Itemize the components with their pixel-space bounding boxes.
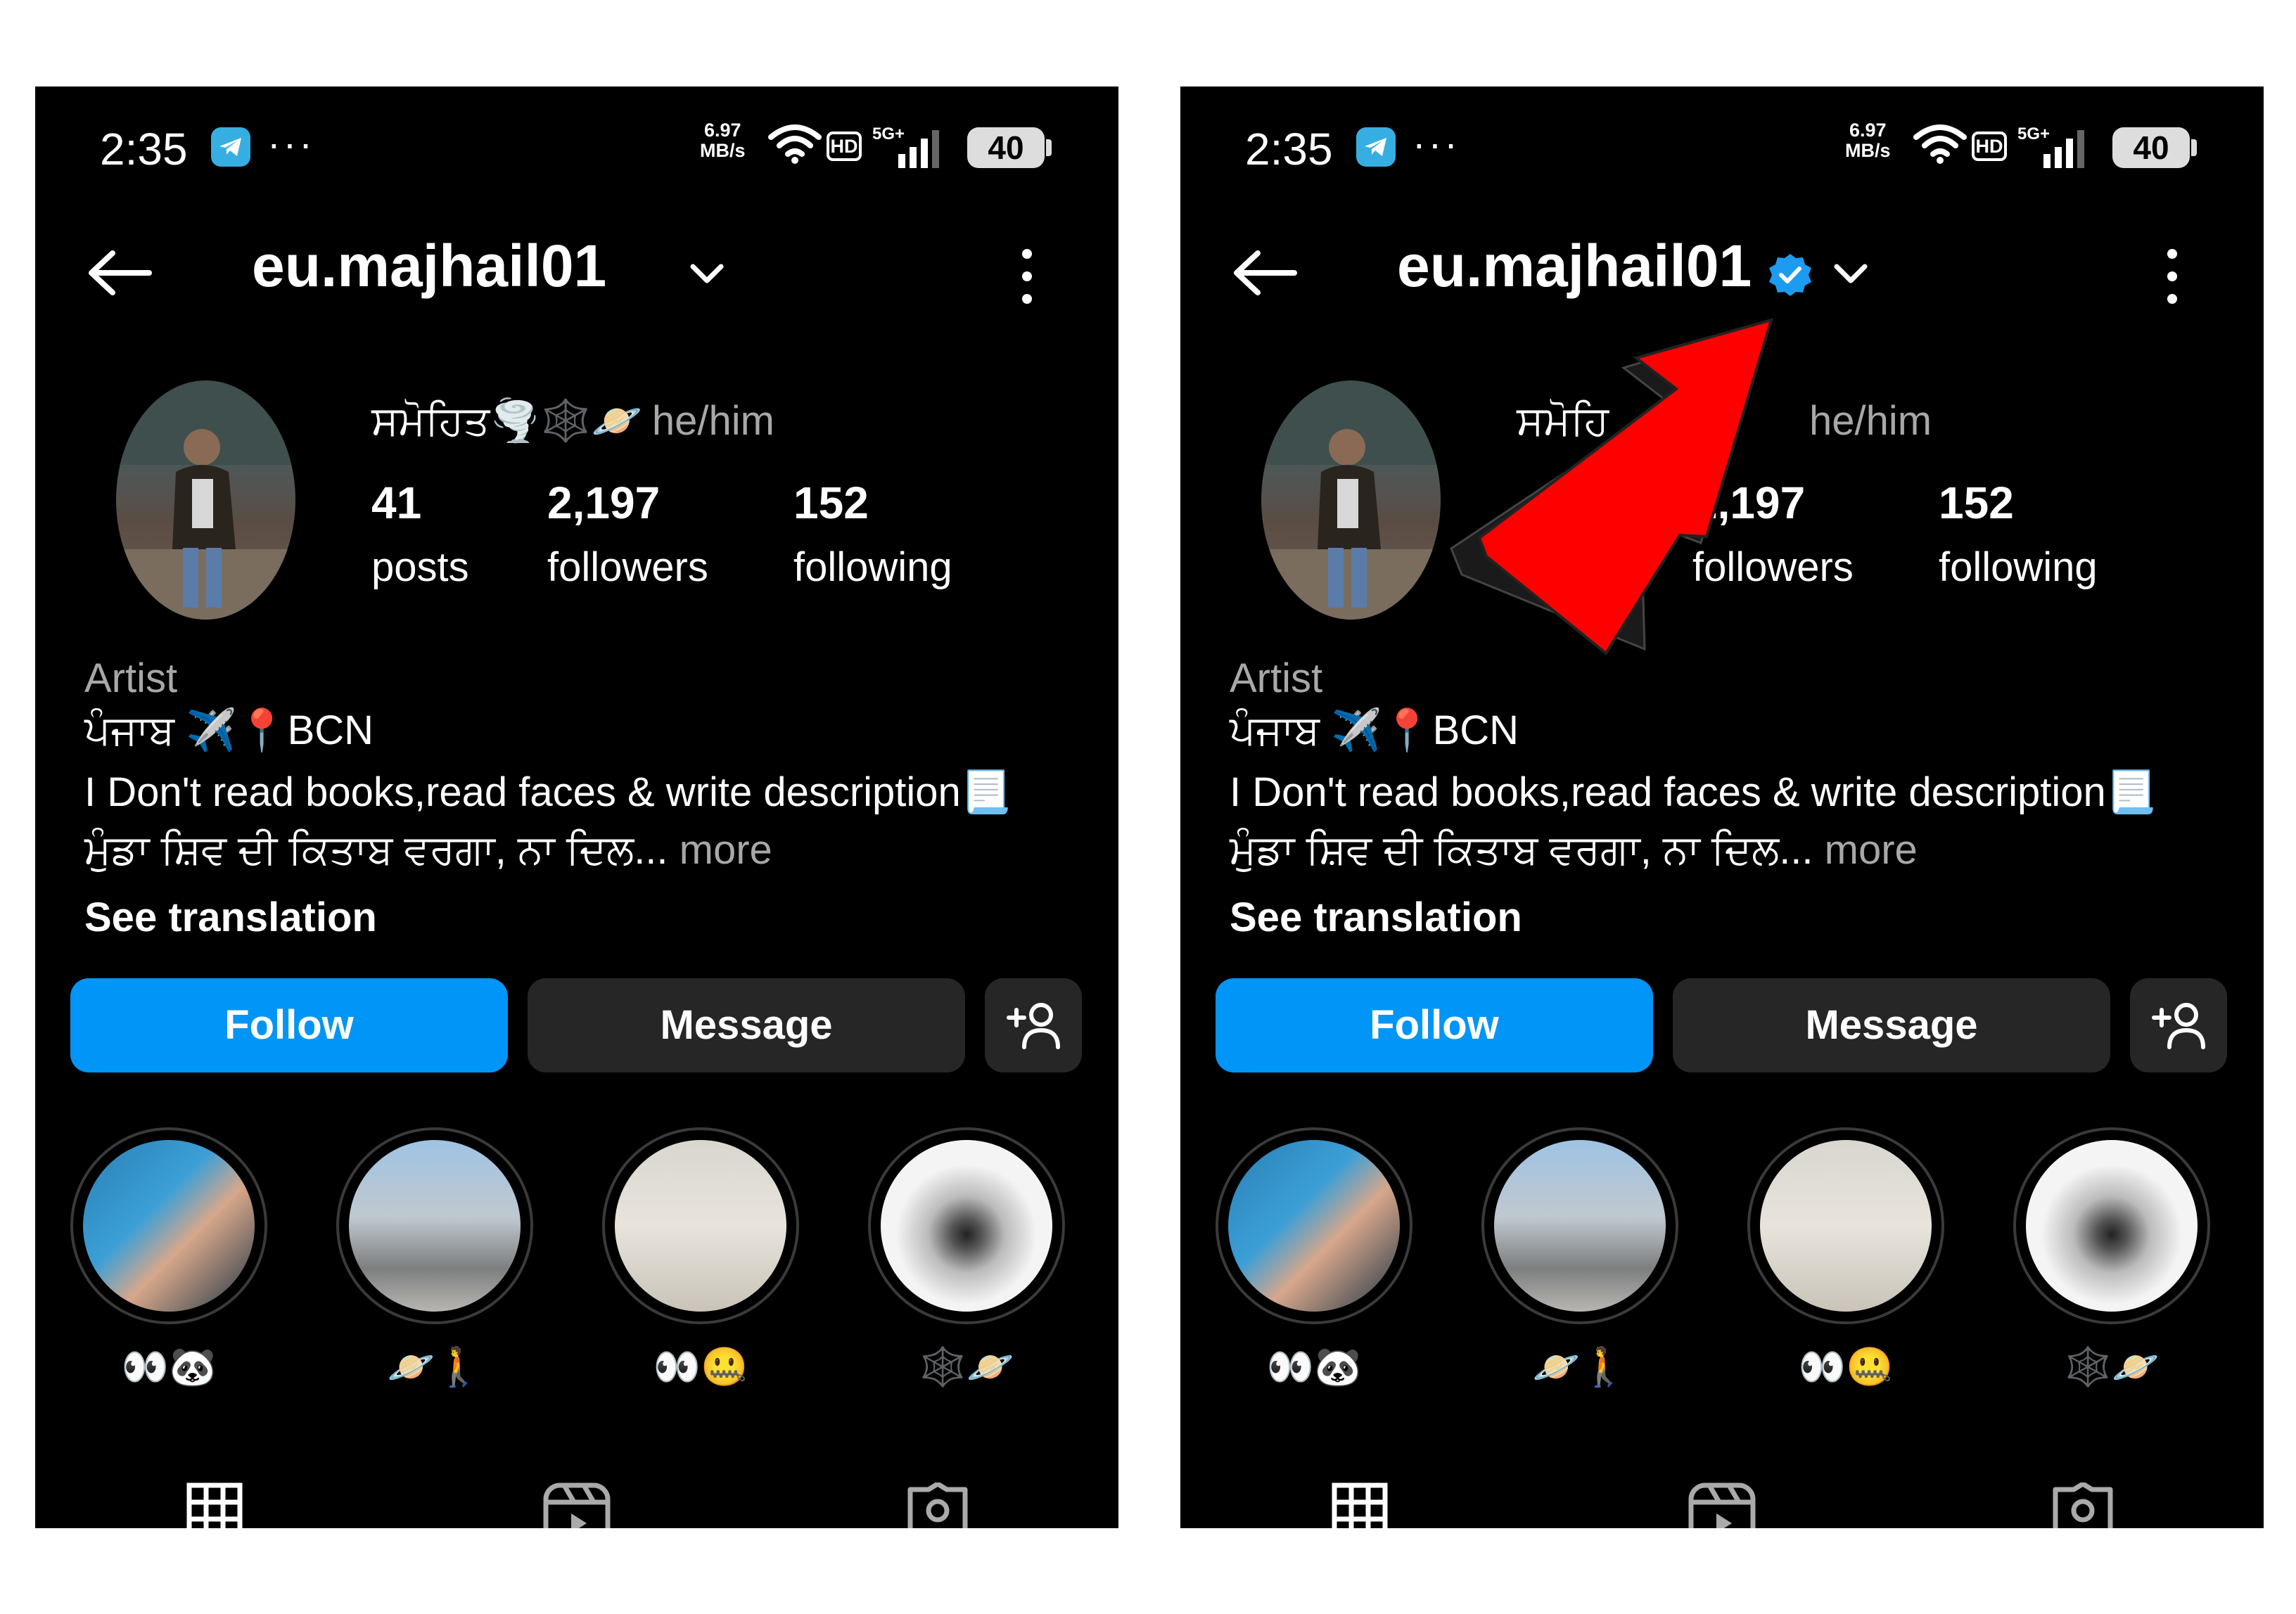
back-arrow-icon[interactable] — [84, 245, 155, 301]
battery-tip — [1046, 139, 1052, 156]
red-arrow-annotation — [1450, 318, 1773, 655]
hd-voice-icon: HD — [827, 132, 862, 161]
screenshot-before: 2:35 ··· 6.97 MB/s HD 5G+ 40 eu.majhail01 — [35, 87, 1118, 1528]
network-speed: 6.97 MB/s — [700, 120, 746, 161]
following-count[interactable]: 152 — [793, 477, 869, 529]
highlight-label: 👀🤐 — [653, 1346, 748, 1388]
highlight-label: 🕸️🪐 — [919, 1346, 1014, 1388]
status-time: 2:35 — [100, 124, 188, 174]
followers-count[interactable]: 2,197 — [547, 477, 660, 529]
see-translation-link[interactable]: See translation — [84, 894, 377, 941]
more-notifications-icon: ··· — [267, 121, 315, 165]
story-highlight[interactable] — [336, 1127, 533, 1324]
telegram-icon — [211, 127, 250, 167]
message-button[interactable]: Message — [528, 978, 965, 1072]
story-highlight[interactable] — [868, 1127, 1065, 1324]
display-name-row: ਸਮੋਹਿਤ🌪️🕸️🪐 he/him — [371, 397, 774, 445]
more-options-icon[interactable] — [1016, 247, 1038, 306]
posts-count: 41 — [371, 478, 422, 528]
profile-avatar[interactable] — [116, 380, 295, 620]
following-label[interactable]: following — [793, 544, 952, 591]
story-highlight[interactable] — [70, 1127, 267, 1324]
chevron-down-icon[interactable] — [689, 262, 725, 286]
screenshot-after: 2:35 ··· 6.97 MB/s HD 5G+ 40 eu.majhail01 — [1180, 87, 2264, 1528]
highlight-label: 👀🐼 — [121, 1346, 217, 1388]
highlight-label: 🪐🚶 — [387, 1346, 483, 1388]
signal-icon — [898, 130, 939, 168]
grid-tab-icon[interactable] — [186, 1482, 243, 1528]
display-name: ਸਮੋਹਿਤ🌪️🕸️🪐 — [371, 398, 642, 444]
posts-label: posts — [371, 544, 469, 590]
bio-line: ਮੁੰਡਾ ਸ਼ਿਵ ਦੀ ਕਿਤਾਬ ਵਰਗਾ, ਨਾ ਦਿਲ... more — [84, 827, 772, 873]
bio-line: I Don't read books,read faces & write de… — [84, 769, 1012, 815]
reels-tab-icon[interactable] — [543, 1482, 611, 1528]
battery-indicator: 40 — [967, 127, 1045, 168]
profile-username: eu.majhail01 — [252, 233, 607, 299]
wifi-icon — [768, 124, 822, 164]
follow-button[interactable]: Follow — [70, 978, 508, 1072]
pronouns: he/him — [651, 398, 774, 444]
tagged-tab-icon[interactable] — [906, 1482, 969, 1528]
bio-more-link[interactable]: more — [680, 827, 772, 873]
story-highlight[interactable] — [602, 1127, 799, 1324]
followers-label[interactable]: followers — [547, 544, 708, 591]
bio-line: ਪੰਜਾਬ ✈️📍BCN — [84, 707, 374, 753]
profile-category: Artist — [84, 655, 178, 701]
suggested-users-button[interactable] — [985, 978, 1082, 1072]
add-person-icon — [1007, 1003, 1060, 1049]
